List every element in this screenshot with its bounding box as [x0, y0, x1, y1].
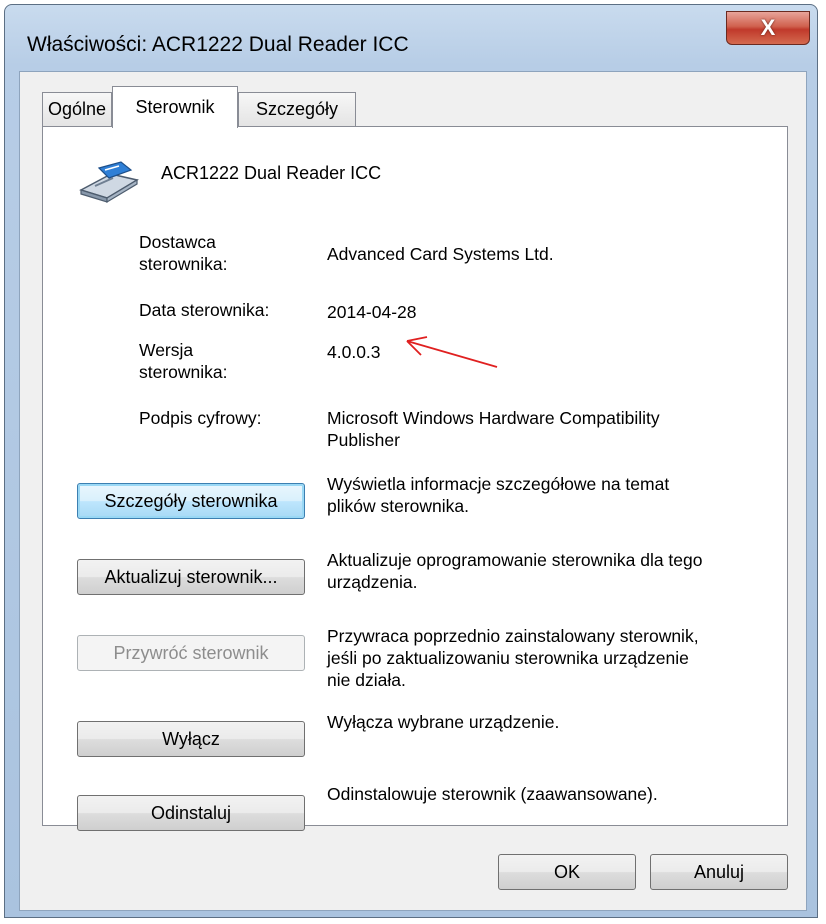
date-value: 2014-04-28 [327, 302, 417, 322]
update-driver-desc-line2: urządzenia. [327, 572, 418, 592]
driver-details-button[interactable]: Szczegóły sterownika [77, 483, 305, 519]
date-label: Data sterownika: [139, 300, 270, 320]
rollback-driver-desc-line2: jeśli po zaktualizowaniu sterownika urzą… [327, 648, 689, 668]
provider-label-line2: sterownika: [139, 254, 228, 274]
disable-device-description: Wyłącza wybrane urządzenie. [327, 711, 777, 733]
close-button[interactable]: X [726, 11, 810, 45]
rollback-driver-desc-line3: nie działa. [327, 670, 406, 690]
signer-label: Podpis cyfrowy: [139, 408, 262, 428]
dialog-client-area: Ogólne Sterownik Szczegóły ACR1222 Dual … [19, 71, 807, 911]
tab-details[interactable]: Szczegóły [238, 92, 356, 126]
signer-value-line1: Microsoft Windows Hardware Compatibility [327, 408, 660, 428]
close-icon: X [760, 15, 776, 40]
cancel-button[interactable]: Anuluj [650, 854, 788, 890]
version-label: Wersja sterownika: [139, 339, 228, 383]
driver-tab-panel: ACR1222 Dual Reader ICC Dostawca sterown… [42, 126, 788, 831]
rollback-driver-description: Przywraca poprzednio zainstalowany stero… [327, 625, 777, 691]
disable-device-desc-line1: Wyłącza wybrane urządzenie. [327, 712, 560, 732]
provider-label-line1: Dostawca [139, 232, 216, 252]
window-title: Właściwości: ACR1222 Dual Reader ICC [27, 33, 409, 56]
version-label-line1: Wersja [139, 340, 194, 360]
rollback-driver-desc-line1: Przywraca poprzednio zainstalowany stero… [327, 626, 699, 646]
provider-value: Advanced Card Systems Ltd. [327, 244, 554, 264]
driver-details-desc-line1: Wyświetla informacje szczegółowe na tema… [327, 474, 670, 494]
uninstall-driver-desc-line1: Odinstalowuje sterownik (zaawansowane). [327, 784, 658, 804]
signer-value-line2: Publisher [327, 430, 400, 450]
driver-details-description: Wyświetla informacje szczegółowe na tema… [327, 473, 777, 517]
uninstall-driver-button[interactable]: Odinstaluj [77, 795, 305, 831]
disable-device-button[interactable]: Wyłącz [77, 721, 305, 757]
properties-dialog: Właściwości: ACR1222 Dual Reader ICC X O… [4, 4, 818, 918]
driver-details-desc-line2: plików sterownika. [327, 496, 469, 516]
rollback-driver-button[interactable]: Przywróć sterownik [77, 635, 305, 671]
card-reader-icon [79, 161, 139, 204]
annotation-arrow-icon [406, 336, 498, 368]
update-driver-button[interactable]: Aktualizuj sterownik... [77, 559, 305, 595]
provider-label: Dostawca sterownika: [139, 231, 228, 275]
signer-value: Microsoft Windows Hardware Compatibility… [327, 407, 660, 451]
ok-button[interactable]: OK [498, 854, 636, 890]
update-driver-description: Aktualizuje oprogramowanie sterownika dl… [327, 549, 777, 593]
version-value: 4.0.0.3 [327, 342, 381, 362]
tab-driver[interactable]: Sterownik [112, 86, 238, 128]
uninstall-driver-description: Odinstalowuje sterownik (zaawansowane). [327, 783, 777, 805]
version-label-line2: sterownika: [139, 362, 228, 382]
tab-general[interactable]: Ogólne [42, 92, 112, 126]
update-driver-desc-line1: Aktualizuje oprogramowanie sterownika dl… [327, 550, 703, 570]
device-name: ACR1222 Dual Reader ICC [161, 163, 382, 183]
